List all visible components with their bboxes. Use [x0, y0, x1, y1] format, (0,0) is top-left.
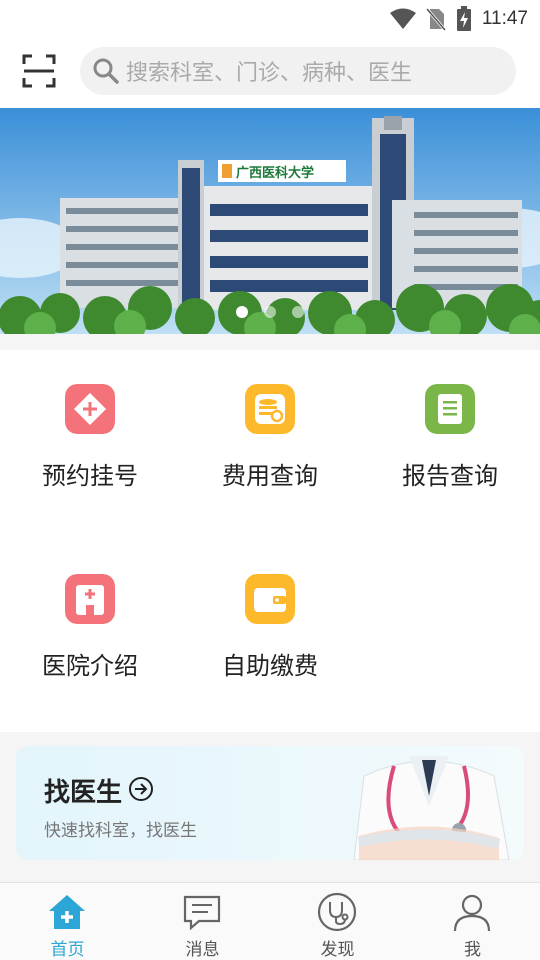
service-label: 预约挂号	[42, 462, 138, 490]
scan-icon[interactable]	[22, 54, 56, 88]
tab-home[interactable]: 首页	[0, 883, 135, 960]
bottom-tab-bar: 首页 消息 发现 我	[0, 882, 540, 960]
search-icon	[93, 58, 119, 84]
find-doctor-subtitle: 快速找科室，找医生	[44, 821, 197, 841]
self-payment-icon	[245, 574, 295, 624]
carousel-dot[interactable]	[264, 306, 276, 318]
carousel-indicator[interactable]	[236, 306, 304, 318]
service-report-query[interactable]: 报告查询	[360, 350, 540, 540]
service-hospital-intro[interactable]: 医院介绍	[0, 540, 180, 730]
status-icons: 11:47	[389, 6, 528, 32]
service-grid: 预约挂号 费用查询 报告查询 医院介绍 自助缴费	[0, 350, 540, 732]
service-label: 费用查询	[222, 462, 318, 490]
home-icon	[49, 895, 85, 929]
search-input[interactable]: 搜索科室、门诊、病种、医生	[80, 47, 516, 95]
tab-label: 消息	[185, 940, 220, 960]
tab-label: 首页	[50, 940, 85, 960]
status-time: 11:47	[481, 8, 528, 29]
service-self-payment[interactable]: 自助缴费	[180, 540, 360, 730]
battery-charging-icon	[456, 6, 471, 31]
service-label: 医院介绍	[42, 652, 138, 680]
stethoscope-icon	[317, 892, 357, 932]
carousel-dot[interactable]	[292, 306, 304, 318]
message-icon	[183, 895, 221, 931]
banner-carousel[interactable]: 广西医科大学	[0, 108, 540, 334]
hospital-building-image: 广西医科大学	[0, 108, 540, 334]
service-label: 报告查询	[402, 462, 498, 490]
search-header: 搜索科室、门诊、病种、医生	[0, 36, 540, 108]
tab-label: 我	[464, 940, 481, 960]
building-sign: 广西医科大学	[236, 165, 314, 181]
wifi-icon	[389, 8, 416, 29]
appointment-icon	[65, 384, 115, 434]
tab-messages[interactable]: 消息	[135, 883, 270, 960]
tab-profile[interactable]: 我	[405, 883, 540, 960]
hospital-intro-icon	[65, 574, 115, 624]
arrow-right-circle-icon	[129, 777, 153, 801]
tab-label: 发现	[320, 940, 355, 960]
service-fee-query[interactable]: 费用查询	[180, 350, 360, 540]
fee-query-icon	[245, 384, 295, 434]
status-bar: 11:47	[0, 0, 540, 36]
doctor-illustration	[353, 756, 510, 860]
tab-discover[interactable]: 发现	[270, 883, 405, 960]
service-appointment[interactable]: 预约挂号	[0, 350, 180, 540]
service-label: 自助缴费	[222, 652, 318, 680]
report-query-icon	[425, 384, 475, 434]
no-sim-icon	[425, 8, 446, 31]
search-placeholder: 搜索科室、门诊、病种、医生	[126, 61, 413, 86]
profile-icon	[453, 894, 491, 932]
find-doctor-title: 找医生	[44, 778, 123, 808]
carousel-dot[interactable]	[236, 306, 248, 318]
find-doctor-card[interactable]: 找医生 快速找科室，找医生	[16, 746, 524, 860]
